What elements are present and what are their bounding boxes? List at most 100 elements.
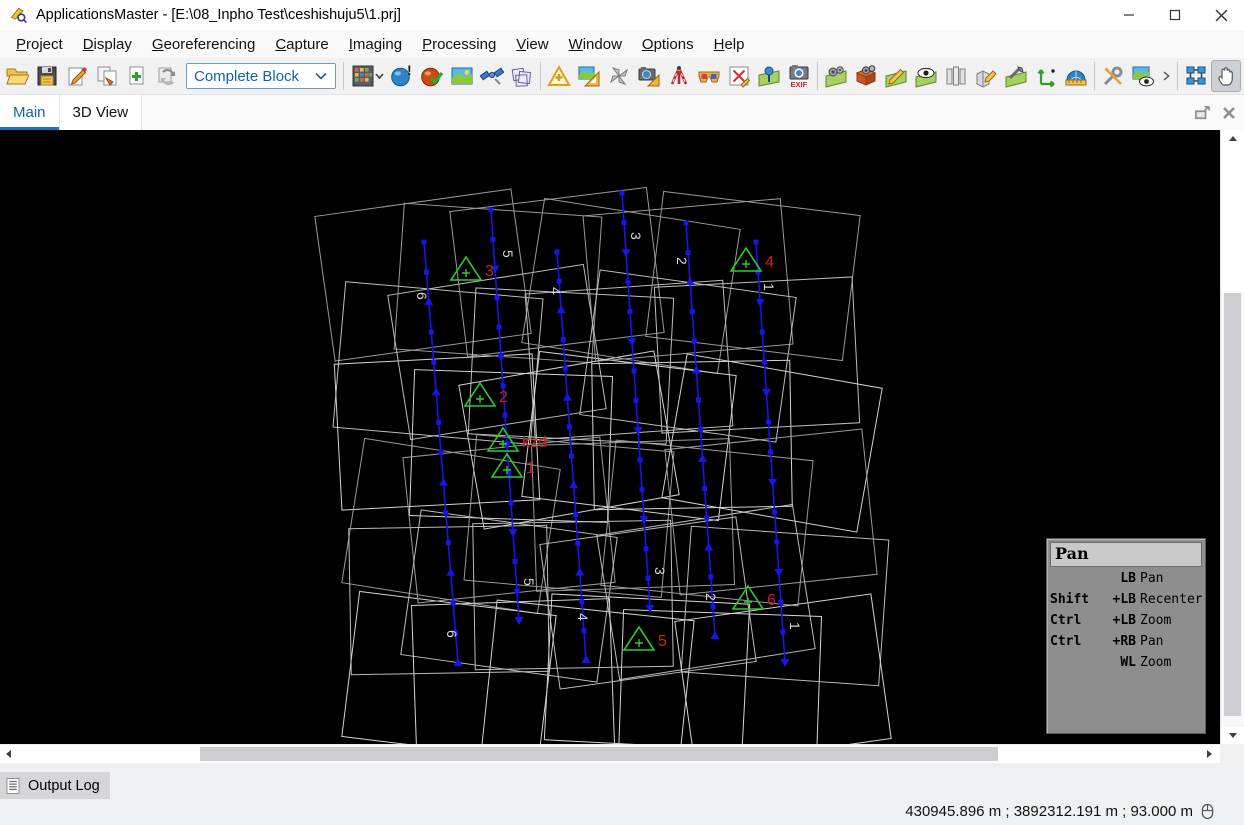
open-project-button[interactable]	[2, 60, 32, 92]
pushpin-map-button[interactable]	[754, 60, 784, 92]
scroll-right-arrow[interactable]	[1201, 745, 1218, 763]
photo-footprint	[646, 191, 860, 360]
block-grid-button[interactable]	[347, 60, 387, 92]
gears-box-icon	[854, 64, 878, 88]
move-axes-button[interactable]	[1031, 60, 1061, 92]
pencil-map-button[interactable]	[881, 60, 911, 92]
block-view-canvas[interactable]: 665544332211342kzd165 Pan LBPanShift+LBR…	[0, 130, 1220, 744]
tools-map-button[interactable]	[1001, 60, 1031, 92]
globe-ruler-button[interactable]	[1061, 60, 1091, 92]
gears-box-button[interactable]	[851, 60, 881, 92]
camera-measure-button[interactable]	[634, 60, 664, 92]
control-point-label: kzd	[522, 434, 547, 451]
eye-map-button[interactable]	[911, 60, 941, 92]
menu-item-georeferencing[interactable]: Georeferencing	[142, 32, 265, 57]
add-document-button[interactable]	[122, 60, 152, 92]
image-eye-button[interactable]	[1128, 60, 1158, 92]
strip-label-top: 2	[674, 257, 690, 265]
close-button[interactable]	[1198, 0, 1244, 30]
settings-tools-button[interactable]	[1098, 60, 1128, 92]
sphere-ok-button[interactable]	[417, 60, 447, 92]
image-measure-button[interactable]	[574, 60, 604, 92]
image-eye-icon	[1131, 64, 1155, 88]
vertical-scrollbar[interactable]	[1220, 130, 1244, 744]
satellite-icon	[480, 64, 504, 88]
menu-item-imaging[interactable]: Imaging	[339, 32, 412, 57]
control-point-label: 1	[526, 460, 535, 477]
control-point-1[interactable]: 1	[492, 454, 535, 477]
menu-item-processing[interactable]: Processing	[412, 32, 506, 57]
menu-item-capture[interactable]: Capture	[265, 32, 338, 57]
menu-item-project[interactable]: Project	[6, 32, 73, 57]
photo-footprint	[334, 354, 539, 510]
tab-main[interactable]: Main	[0, 95, 60, 130]
stereo-glasses-button[interactable]	[694, 60, 724, 92]
copy-transform-button[interactable]	[92, 60, 122, 92]
building-pencil-icon	[974, 64, 998, 88]
toolbar-separator	[1094, 62, 1095, 90]
control-point-5[interactable]: 5	[624, 627, 667, 650]
photo-footprint	[592, 360, 793, 509]
menu-item-view[interactable]: View	[506, 32, 558, 57]
camera-exif-button[interactable]: EXIF	[784, 60, 814, 92]
horizontal-scrollbar[interactable]	[0, 744, 1220, 763]
footprints-button[interactable]	[507, 60, 537, 92]
photo-footprint	[522, 351, 736, 520]
sphere-warning-button[interactable]: !	[387, 60, 417, 92]
image-view-icon	[450, 64, 474, 88]
pan-hand-icon	[1214, 64, 1238, 88]
add-document-icon	[125, 64, 149, 88]
strip-label-bottom: 2	[703, 593, 719, 601]
more-chevron[interactable]	[1158, 60, 1174, 92]
scroll-up-arrow[interactable]	[1221, 130, 1244, 147]
photo-footprint	[315, 189, 531, 361]
filmstrips-button[interactable]	[941, 60, 971, 92]
block-selector-combobox[interactable]: Complete Block	[186, 63, 336, 89]
pan-hand-button[interactable]	[1211, 60, 1241, 92]
log-icon	[4, 777, 22, 795]
undock-view-icon[interactable]	[1194, 106, 1210, 120]
flight-strip-5: 55	[489, 208, 538, 626]
menu-item-options[interactable]: Options	[632, 32, 704, 57]
frame-edit-icon	[727, 64, 751, 88]
scroll-left-arrow[interactable]	[0, 745, 17, 763]
save-project-button[interactable]	[32, 60, 62, 92]
satellite-button[interactable]	[477, 60, 507, 92]
scroll-down-arrow[interactable]	[1221, 727, 1244, 744]
camera-exif-icon: EXIF	[787, 64, 811, 88]
control-point-4[interactable]: 4	[731, 248, 774, 271]
minimize-button[interactable]	[1106, 0, 1152, 30]
strip-label-top: 6	[414, 292, 430, 300]
edit-project-button[interactable]	[62, 60, 92, 92]
horizontal-scroll-thumb[interactable]	[200, 747, 998, 761]
tripod-button[interactable]	[664, 60, 694, 92]
maximize-button[interactable]	[1152, 0, 1198, 30]
pan-legend-button: +LB	[1090, 613, 1136, 629]
menu-item-display[interactable]: Display	[73, 32, 142, 57]
frame-edit-button[interactable]	[724, 60, 754, 92]
add-warning-button[interactable]	[544, 60, 574, 92]
control-point-6[interactable]: 6	[733, 586, 776, 609]
svg-text:!: !	[407, 64, 412, 78]
sphere-ok-icon	[420, 64, 444, 88]
image-view-button[interactable]	[447, 60, 477, 92]
gears-map-button[interactable]	[821, 60, 851, 92]
menu-item-help[interactable]: Help	[704, 32, 755, 57]
pan-legend-modifier	[1050, 655, 1090, 671]
pinwheel-icon	[607, 64, 631, 88]
sphere-warning-icon: !	[390, 64, 414, 88]
output-log-button[interactable]: Output Log	[0, 772, 110, 799]
refresh-documents-button[interactable]	[152, 60, 182, 92]
close-view-icon[interactable]	[1222, 106, 1236, 120]
tab-bar: Main3D View	[0, 95, 1244, 130]
chevron-down-icon	[315, 72, 335, 80]
vertical-scroll-thumb[interactable]	[1224, 293, 1241, 716]
building-pencil-button[interactable]	[971, 60, 1001, 92]
pinwheel-button[interactable]	[604, 60, 634, 92]
strip-label-top: 1	[761, 283, 777, 291]
menu-item-window[interactable]: Window	[559, 32, 632, 57]
strip-label-top: 5	[500, 250, 516, 258]
tab-3d-view[interactable]: 3D View	[60, 95, 143, 130]
block-network-button[interactable]	[1181, 60, 1211, 92]
menu-bar: ProjectDisplayGeoreferencingCaptureImagi…	[0, 30, 1244, 58]
